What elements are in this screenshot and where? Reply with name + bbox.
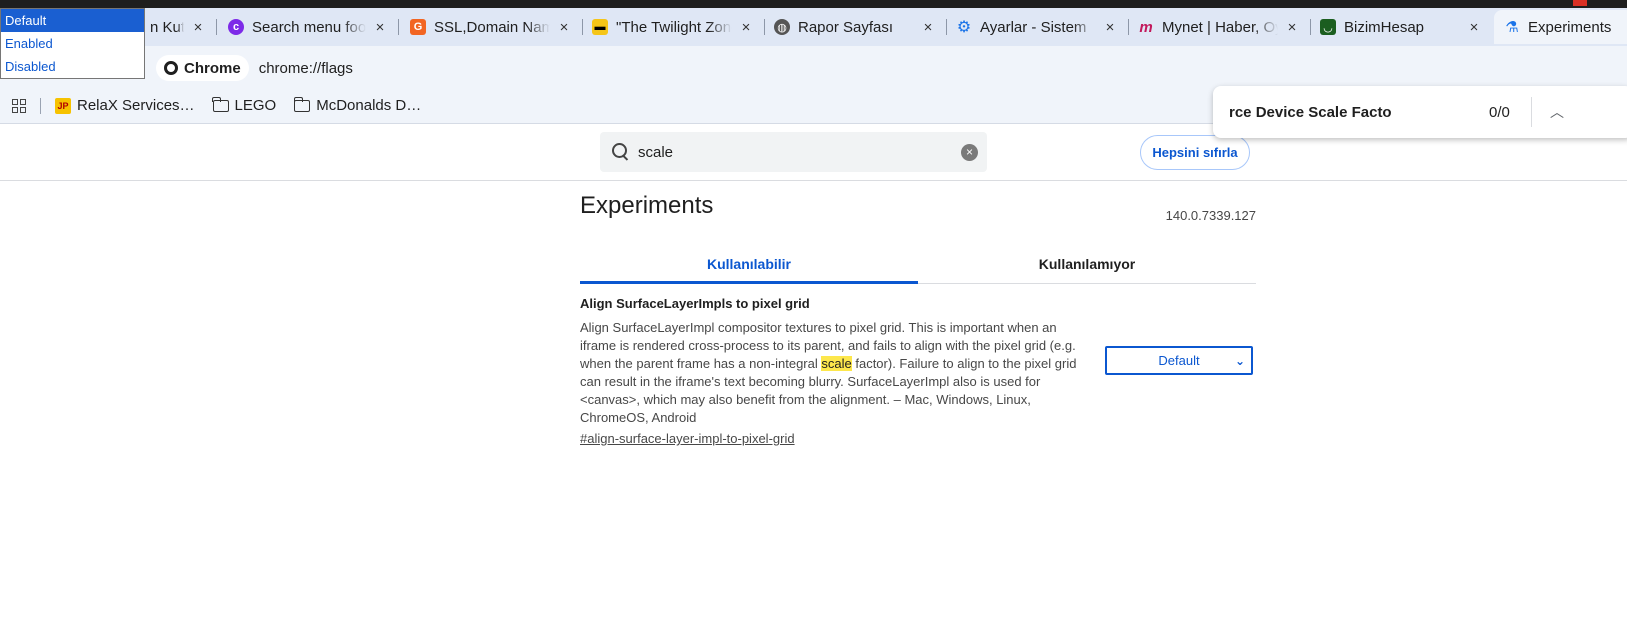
bookmark-label: McDonalds D… [316,97,422,114]
chrome-chip[interactable]: Chrome [156,55,249,81]
tab-ayarlar[interactable]: ⚙ Ayarlar - Sistem × [946,10,1129,44]
tab-bizimhesap[interactable]: ◡ BizimHesap × [1310,10,1492,44]
bookmark-label: RelaX Services… [77,97,195,114]
experiment-name: Align SurfaceLayerImpls to pixel grid [580,296,810,311]
select-value: Default [1158,353,1200,368]
find-count: 0/0 [1489,103,1510,121]
system-top-strip [0,0,1627,8]
close-icon[interactable]: × [372,19,388,36]
find-bar: rce Device Scale Facto 0/0 ︿ [1213,86,1627,138]
apps-grid-icon[interactable] [12,98,26,113]
toolbar: Chrome chrome://flags [0,46,1627,88]
tab-mynet[interactable]: m Mynet | Haber, Oyun × [1128,10,1311,44]
reset-all-button[interactable]: Hepsini sıfırla [1140,135,1250,170]
version-label: 140.0.7339.127 [1165,208,1256,223]
tab-title: SSL,Domain Name [434,18,550,36]
search-value[interactable]: scale [638,144,961,161]
search-icon [612,143,630,161]
bookmark-label: LEGO [234,97,277,114]
record-indicator-icon [1573,0,1587,6]
bookmark-relax[interactable]: JP RelaX Services… [55,97,195,114]
tab-title: Search menu food [252,18,366,36]
tab-title: Mynet | Haber, Oyun [1162,18,1278,36]
flags-content: Experiments 140.0.7339.127 Kullanılabili… [580,192,1256,446]
chrome-chip-label: Chrome [184,59,241,77]
close-icon[interactable]: × [738,19,754,36]
bestdns-icon: G [410,19,426,35]
tab-available[interactable]: Kullanılabilir [580,244,918,284]
jp-icon: JP [55,97,71,114]
experiment-description: Align SurfaceLayerImpl compositor textur… [580,320,1077,425]
tab-mail[interactable]: n Kutu × [140,10,217,44]
tab-experiments[interactable]: ⚗ Experiments [1494,10,1627,44]
experiment-state-select[interactable]: Default ⌄ [1105,346,1253,375]
bookmark-mcdonalds[interactable]: McDonalds D… [293,96,422,114]
experiment-item: Align SurfaceLayerImpls to pixel grid Al… [580,296,1256,446]
option-enabled[interactable]: Enabled [1,32,144,55]
close-icon[interactable]: × [190,19,206,36]
imdb-icon: ▬ [592,19,608,35]
tab-unavailable[interactable]: Kullanılamıyor [918,244,1256,283]
tab-imdb[interactable]: ▬ "The Twilight Zone × [582,10,765,44]
close-icon[interactable]: × [1102,19,1118,36]
select-dropdown: Default Enabled Disabled [0,8,145,79]
omnibox[interactable]: Chrome chrome://flags [156,52,1216,84]
close-icon[interactable]: × [920,19,936,36]
tab-rapor[interactable]: ◍ Rapor Sayfası × [764,10,947,44]
tab-canva[interactable]: c Search menu food × [218,10,399,44]
canva-icon: c [228,19,244,35]
tab-title: Rapor Sayfası [798,18,894,36]
close-icon[interactable]: × [1466,19,1482,36]
page-title: Experiments [580,192,714,219]
mynet-icon: m [1139,18,1153,36]
find-input[interactable]: rce Device Scale Facto [1229,104,1479,121]
folder-icon [211,96,229,112]
folder-icon [293,96,311,112]
chrome-logo-icon [164,61,178,75]
search-input[interactable]: scale × [600,132,987,172]
close-icon[interactable]: × [556,19,572,36]
chevron-down-icon: ⌄ [1234,354,1245,368]
tab-title: Experiments [1528,18,1612,36]
search-highlight: scale [821,356,852,371]
tab-title: "The Twilight Zone [616,18,732,36]
flask-icon: ⚗ [1505,19,1519,36]
gear-icon: ⚙ [956,19,972,36]
clear-search-icon[interactable]: × [961,143,978,161]
tab-title: BizimHesap [1344,18,1425,36]
bizimhesap-icon: ◡ [1320,19,1336,35]
tab-strip: n Kutu × c Search menu food × G SSL,Doma… [0,8,1627,46]
tab-title: n Kutu [150,18,184,36]
tab-title: Ayarlar - Sistem [980,18,1087,36]
chevron-up-icon[interactable]: ︿ [1550,102,1564,122]
url-text[interactable]: chrome://flags [259,60,353,77]
option-default[interactable]: Default [1,9,144,32]
experiment-permalink[interactable]: #align-surface-layer-impl-to-pixel-grid [580,431,1256,446]
flags-tabs: Kullanılabilir Kullanılamıyor [580,244,1256,284]
option-disabled[interactable]: Disabled [1,55,144,78]
tab-ssl[interactable]: G SSL,Domain Name × [400,10,583,44]
globe-icon: ◍ [774,19,790,35]
close-icon[interactable]: × [1284,19,1300,36]
bookmark-lego[interactable]: LEGO [211,96,277,114]
